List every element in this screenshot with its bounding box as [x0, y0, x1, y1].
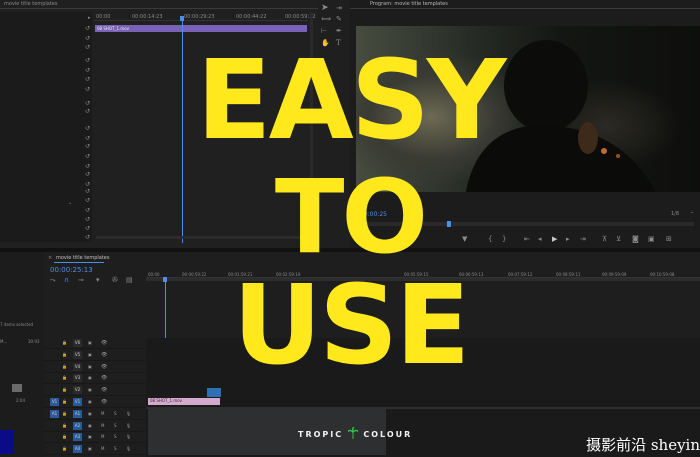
sync-lock-icon[interactable]: ▣ [88, 387, 92, 392]
source-timecode-1: 00:00:14:23 [132, 14, 163, 20]
bin-thumbnail-blue[interactable] [0, 430, 14, 454]
sync-lock-icon[interactable]: ▣ [88, 446, 92, 451]
lock-icon[interactable]: 🔒 [62, 399, 67, 404]
lock-icon[interactable]: 🔒 [62, 434, 67, 439]
hero-line-1: EASY [196, 36, 506, 164]
track-select-tool-icon[interactable]: ⇥ [336, 5, 342, 12]
solo-button[interactable]: S [114, 423, 117, 428]
track-target-toggle[interactable]: A2 [73, 421, 82, 430]
sync-lock-icon[interactable]: ▣ [88, 411, 92, 416]
watermark: 摄影前沿 sheyin [586, 436, 700, 454]
eye-icon[interactable]: 👁 [101, 399, 107, 405]
slip-tool-icon[interactable]: ⊢ [321, 28, 327, 35]
hero-line-2: TO [274, 158, 428, 277]
program-header-line [350, 8, 700, 9]
source-timecode-3: 00:00:44:22 [236, 14, 267, 20]
palm-tree-icon [347, 424, 359, 439]
video-track-header[interactable]: V2 🔒 ▣ 👁 [44, 385, 146, 397]
track-target-toggle[interactable]: A4 [73, 445, 82, 454]
lock-icon[interactable]: 🔒 [62, 411, 67, 416]
brand-right-text: COLOUR [363, 430, 413, 439]
solo-button[interactable]: S [114, 411, 117, 416]
mute-button[interactable]: M [101, 411, 104, 416]
microphone-icon[interactable]: 🎙 [126, 446, 131, 451]
source-timecode-2: 00:00:29:23 [184, 14, 215, 20]
program-monitor-title: Program: movie title templates [370, 1, 448, 7]
mute-button[interactable]: M [101, 423, 104, 428]
pen-tool-icon[interactable]: ✒ [336, 28, 342, 35]
reset-icon[interactable]: ↺ [85, 26, 90, 32]
source-panel-title: movie title templates [4, 1, 58, 7]
audio-track-header[interactable]: A1 A1 🔒 ▣ M S 🎙 [44, 409, 146, 420]
source-patch-toggle[interactable]: A1 [50, 409, 59, 418]
timeline-v1-clip-blue[interactable] [207, 388, 221, 397]
mute-button[interactable]: M [101, 434, 104, 439]
solo-button[interactable]: S [114, 446, 117, 451]
sync-lock-icon[interactable]: ▣ [88, 434, 92, 439]
lock-icon[interactable]: 🔒 [62, 387, 67, 392]
solo-button[interactable]: S [114, 434, 117, 439]
eye-icon[interactable]: 👁 [101, 387, 107, 393]
brand-logo: TROPIC COLOUR [298, 422, 438, 439]
timeline-v1-clip[interactable]: 08 SHOT_1.mov [148, 398, 220, 405]
ripple-edit-tool-icon[interactable]: ⟺ [321, 16, 331, 23]
audio-track-header[interactable]: A2 🔒 ▣ M S 🎙 [44, 421, 146, 432]
sync-lock-icon[interactable]: ▣ [88, 423, 92, 428]
audio-track-header[interactable]: A4 🔒 ▣ M S 🎙 [44, 444, 146, 456]
lock-icon[interactable]: 🔒 [62, 423, 67, 428]
microphone-icon[interactable]: 🎙 [126, 411, 131, 416]
bin-meta-time: 2:04 [16, 398, 25, 403]
reset-icon[interactable]: ↺ [85, 36, 90, 42]
video-track-header[interactable]: V1 V1 🔒 ▣ 👁 [44, 397, 146, 408]
sync-lock-icon[interactable]: ▣ [88, 399, 92, 404]
selection-tool-icon[interactable]: ➤ [321, 4, 329, 13]
bin-thumbnail[interactable] [12, 384, 22, 392]
track-target-toggle[interactable]: V2 [73, 386, 82, 395]
track-target-toggle[interactable]: V1 [73, 398, 82, 406]
track-target-toggle[interactable]: A1 [73, 409, 82, 418]
brand-left-text: TROPIC [298, 430, 344, 439]
source-panel-header-line [0, 8, 318, 9]
microphone-icon[interactable]: 🎙 [126, 434, 131, 439]
microphone-icon[interactable]: 🎙 [126, 423, 131, 428]
mute-button[interactable]: M [101, 446, 104, 451]
hero-line-3: USE [232, 261, 471, 389]
audio-track-header[interactable]: A3 🔒 ▣ M S 🎙 [44, 432, 146, 444]
razor-tool-icon[interactable]: ✎ [336, 16, 342, 23]
source-clip[interactable]: 08 SHOT_1.mov [95, 25, 307, 32]
source-timecode-0: 00:00 [96, 14, 111, 20]
lock-icon[interactable]: 🔒 [62, 446, 67, 451]
track-target-toggle[interactable]: A3 [73, 433, 82, 442]
source-patch-toggle[interactable]: V1 [50, 398, 59, 406]
play-triangle-icon[interactable]: ▸ [88, 16, 91, 21]
